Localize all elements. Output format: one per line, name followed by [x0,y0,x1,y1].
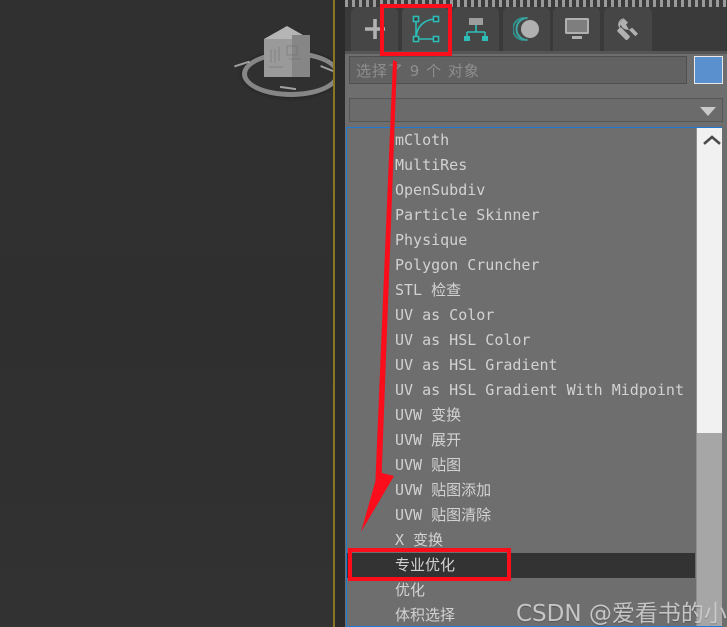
command-panel-tabbar [345,7,727,53]
modify-icon [412,15,439,43]
modifier-list-item[interactable]: 专业优化 [347,553,695,578]
panel-drag-grip[interactable] [345,0,727,7]
tabbar-baseline [345,51,727,54]
modifier-list-item[interactable]: STL 检查 [347,278,695,303]
modifier-list-item[interactable]: MultiRes [347,153,695,178]
modifier-list-dropdown[interactable] [349,98,723,122]
modifier-list-item[interactable]: UV as HSL Color [347,328,695,353]
chevron-up-icon [703,135,721,145]
hierarchy-icon [463,18,488,41]
modifier-list-item[interactable]: UVW 展开 [347,428,695,453]
modifier-list-items[interactable]: mCloth MultiRes OpenSubdiv Particle Skinner… [347,128,695,626]
tab-display[interactable] [553,7,600,51]
modifier-list-item[interactable]: Particle Skinner [347,203,695,228]
cube-surface-detail-icon [269,45,301,68]
screenshot-root: 选择了 9 个 对象 mCloth MultiRes OpenSubdiv Parti… [0,0,727,627]
object-color-swatch[interactable] [694,56,723,84]
command-panel: 选择了 9 个 对象 mCloth MultiRes OpenSubdiv Parti… [345,0,727,627]
modifier-list-item[interactable]: UVW 贴图添加 [347,478,695,503]
watermark: CSDN @爱看书的小沐 [516,601,727,627]
modifier-list-item[interactable]: Physique [347,228,695,253]
modifier-list-item[interactable]: Polygon Cruncher [347,253,695,278]
modifier-list-item[interactable]: UV as HSL Gradient [347,353,695,378]
modifier-list-item[interactable]: UVW 贴图 [347,453,695,478]
plus-icon [364,19,385,39]
tab-modify[interactable] [402,7,449,51]
motion-icon [512,17,539,41]
display-icon [564,18,589,39]
panel-right-filler [722,127,727,627]
object-name-row: 选择了 9 个 对象 [345,55,727,87]
wrench-icon [617,18,638,40]
modifier-list-item[interactable]: UVW 贴图清除 [347,503,695,528]
modifier-list-item[interactable]: UVW 变换 [347,403,695,428]
tab-hierarchy[interactable] [452,7,499,51]
modifier-list-item[interactable]: X 变换 [347,528,695,553]
tab-utilities[interactable] [604,7,652,51]
modifier-list-item[interactable]: UV as HSL Gradient With Midpoint [347,378,695,403]
modifier-list-item[interactable]: mCloth [347,128,695,153]
panel-gutter [335,0,345,627]
object-name-field[interactable]: 选择了 9 个 对象 [349,56,687,84]
viewport-3d[interactable] [0,0,340,627]
chevron-down-icon [700,107,716,116]
modifier-list-item[interactable]: UV as Color [347,303,695,328]
tab-create[interactable] [351,7,398,51]
modifier-list-item[interactable]: OpenSubdiv [347,178,695,203]
tab-motion[interactable] [503,7,550,51]
scene-object-cube-with-ring[interactable] [234,5,340,97]
modifier-list[interactable]: mCloth MultiRes OpenSubdiv Particle Skinner… [346,127,727,627]
